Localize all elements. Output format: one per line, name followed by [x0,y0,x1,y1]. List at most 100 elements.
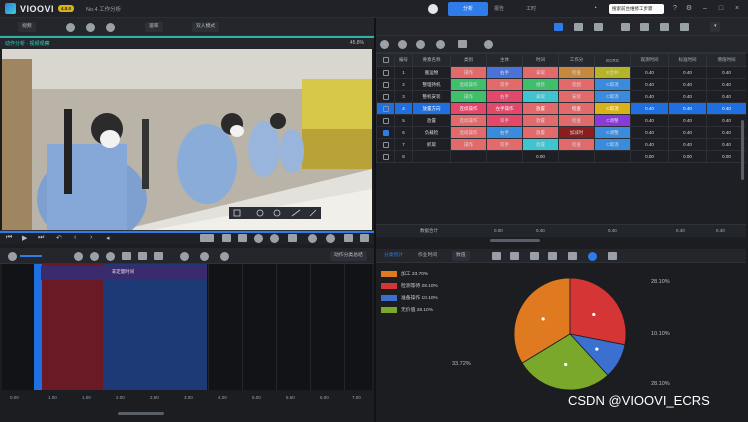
list-view-icon[interactable] [574,23,583,31]
col-header[interactable]: 主体 [486,53,523,67]
cell-cat[interactable]: 操作 [450,90,487,103]
cell-obs[interactable]: 0.40 [630,114,669,127]
select-all-checkbox[interactable] [382,57,389,63]
cell-cat[interactable] [450,150,487,163]
col-header[interactable]: 观测时间 [630,53,669,67]
cell-op[interactable]: 检查 [558,102,595,115]
row-checkbox[interactable] [382,129,389,136]
marker-icon[interactable] [254,234,263,243]
cell-subj[interactable]: 左手操作 [486,102,523,115]
cell-std[interactable]: 0.00 [668,150,707,163]
cell-no[interactable]: 5 [394,114,413,127]
cell-time[interactable]: 拿取 [522,90,559,103]
cell-subj[interactable]: 双手 [486,114,523,127]
pie-slice[interactable] [569,277,627,346]
comment-icon[interactable] [492,252,501,260]
delete-icon[interactable] [106,23,115,32]
cell-op[interactable]: 检查 [558,138,595,151]
cell-cat[interactable]: 连续操作 [450,78,487,91]
timeline-person-icon[interactable] [180,252,189,261]
cell-name[interactable]: 放置 [412,114,451,127]
play-icon[interactable]: ▶ [22,234,27,242]
snapshot-icon[interactable] [326,234,335,243]
cell-cat[interactable]: 操作 [450,138,487,151]
table-row[interactable]: 2 整理持机 连续操作 双手 组装 装配 C取消 0.40 0.40 0.40 [376,78,746,91]
table-row[interactable]: 3 整机安装 操作 右手 拿取 安装 C取消 0.40 0.40 0.40 [376,90,746,103]
cell-std[interactable]: 0.40 [668,78,707,91]
add-row-icon[interactable] [398,40,407,49]
cell-no[interactable]: 7 [394,138,413,151]
cell-name[interactable]: 整机安装 [412,90,451,103]
cell-op[interactable]: 安装 [558,90,595,103]
split-view-icon[interactable] [594,23,603,31]
skip-forward-icon[interactable]: ⏭ [38,234,44,242]
cell-name[interactable] [412,150,451,163]
cell-op[interactable]: 装配 [558,78,595,91]
cell-ecrs[interactable]: C取消 [594,78,631,91]
cell-cat[interactable]: 连续操作 [450,126,487,139]
refresh-icon[interactable] [380,40,389,49]
cell-ecrs[interactable]: C取消 [594,102,631,115]
cell-name[interactable]: 整理持机 [412,78,451,91]
row-select-cell[interactable] [376,138,395,151]
table-vscrollbar[interactable] [741,120,744,180]
col-header-select[interactable] [376,53,395,67]
timeline-split-icon[interactable] [138,252,147,260]
tab-worktime[interactable]: 工时 [511,2,551,16]
cell-ecrs[interactable] [594,150,631,163]
col-header[interactable]: 类别 [450,53,487,67]
video-progress-slider[interactable] [0,231,374,233]
timeline-minus-icon[interactable] [90,252,99,261]
row-select-cell[interactable] [376,114,395,127]
timeline-mic-icon[interactable] [220,252,229,261]
export-icon[interactable] [660,23,669,31]
cell-ecrs[interactable]: E合并 [594,66,631,79]
title-search-input[interactable]: 搜索前台维修工步骤 [609,4,664,14]
table-row[interactable]: 8 0.00 0.00 0.00 0.00 [376,150,746,163]
row-checkbox[interactable] [382,81,389,88]
fullscreen-icon[interactable] [360,234,369,242]
video-frame[interactable] [2,49,372,230]
cell-time[interactable]: 0.00 [522,150,559,163]
user-avatar-icon[interactable] [428,4,438,14]
cell-subj[interactable]: 右手 [486,90,523,103]
cell-no[interactable]: 3 [394,90,413,103]
camera-icon[interactable] [640,23,649,31]
timeline-playhead[interactable] [34,264,42,390]
cell-op[interactable] [558,150,595,163]
print-icon[interactable] [680,23,689,31]
timeline-zoom-slider[interactable] [20,255,42,257]
speed-control[interactable] [200,234,214,242]
row-checkbox[interactable] [382,141,389,148]
row-checkbox[interactable] [382,69,389,76]
timeline-mode-dropdown[interactable]: 动作分类总结 [330,251,367,261]
row-checkbox[interactable] [382,153,389,160]
table-row[interactable]: 1 搬运物 操作 右手 拿取 检查 E合并 0.40 0.40 0.40 [376,66,746,79]
maximize-icon[interactable]: □ [716,3,726,15]
minimize-icon[interactable]: – [700,3,710,15]
cell-subj[interactable]: 双手 [486,138,523,151]
timeline-trash-icon[interactable] [122,252,131,260]
cell-std[interactable]: 0.40 [668,90,707,103]
add-icon[interactable] [66,23,75,32]
row-select-cell[interactable] [376,102,395,115]
timeline-add-icon[interactable] [74,252,83,261]
cell-time[interactable]: 组装 [522,78,559,91]
cell-no[interactable]: 6 [394,126,413,139]
cell-val[interactable]: 0.40 [706,66,746,79]
cell-cat[interactable]: 连续操作 [450,114,487,127]
skip-back-icon[interactable]: ⏮ [6,234,12,242]
help-icon[interactable]: ? [670,3,680,15]
cell-no[interactable]: 8 [394,150,413,163]
camera-capture-icon[interactable] [344,234,353,242]
cell-obs[interactable]: 0.40 [630,66,669,79]
cell-op[interactable]: 加减时 [558,126,595,139]
cell-obs[interactable]: 0.40 [630,102,669,115]
cell-subj[interactable]: 双手 [486,78,523,91]
cell-name[interactable]: 抓取 [412,138,451,151]
cell-subj[interactable] [486,150,523,163]
row-checkbox[interactable] [382,93,389,100]
bell-icon[interactable]: ◔ [590,3,600,15]
cell-name[interactable]: 放置方向 [412,102,451,115]
cell-obs[interactable]: 0.40 [630,138,669,151]
